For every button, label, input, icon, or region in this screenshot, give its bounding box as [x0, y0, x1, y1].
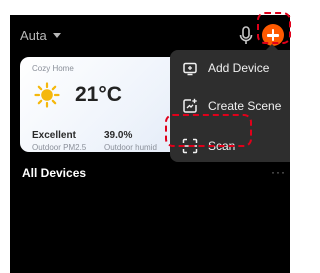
menu-item-label: Add Device: [208, 61, 270, 75]
air-quality-label: Outdoor PM2.5: [32, 143, 87, 152]
create-scene-icon: [183, 98, 197, 113]
humidity-value: 39.0%: [104, 130, 133, 141]
home-selector[interactable]: Auta: [20, 28, 47, 43]
add-device-icon: [183, 62, 197, 76]
home-label: Cozy Home: [32, 64, 74, 73]
top-bar: Auta: [10, 15, 290, 53]
all-devices-title: All Devices: [22, 166, 87, 180]
temperature: 21°C: [75, 83, 122, 106]
humidity-label: Outdoor humid: [104, 143, 157, 152]
more-options-button[interactable]: ···: [271, 165, 286, 179]
menu-item-label: Create Scene: [208, 99, 282, 113]
caret-down-icon[interactable]: [53, 33, 61, 38]
menu-item-add-device[interactable]: Add Device: [170, 52, 290, 84]
highlight-add-button: [257, 12, 291, 44]
microphone-icon[interactable]: [238, 26, 254, 46]
air-quality-value: Excellent: [32, 130, 76, 141]
highlight-scan-item: [165, 114, 252, 147]
sun-icon: [34, 82, 60, 108]
